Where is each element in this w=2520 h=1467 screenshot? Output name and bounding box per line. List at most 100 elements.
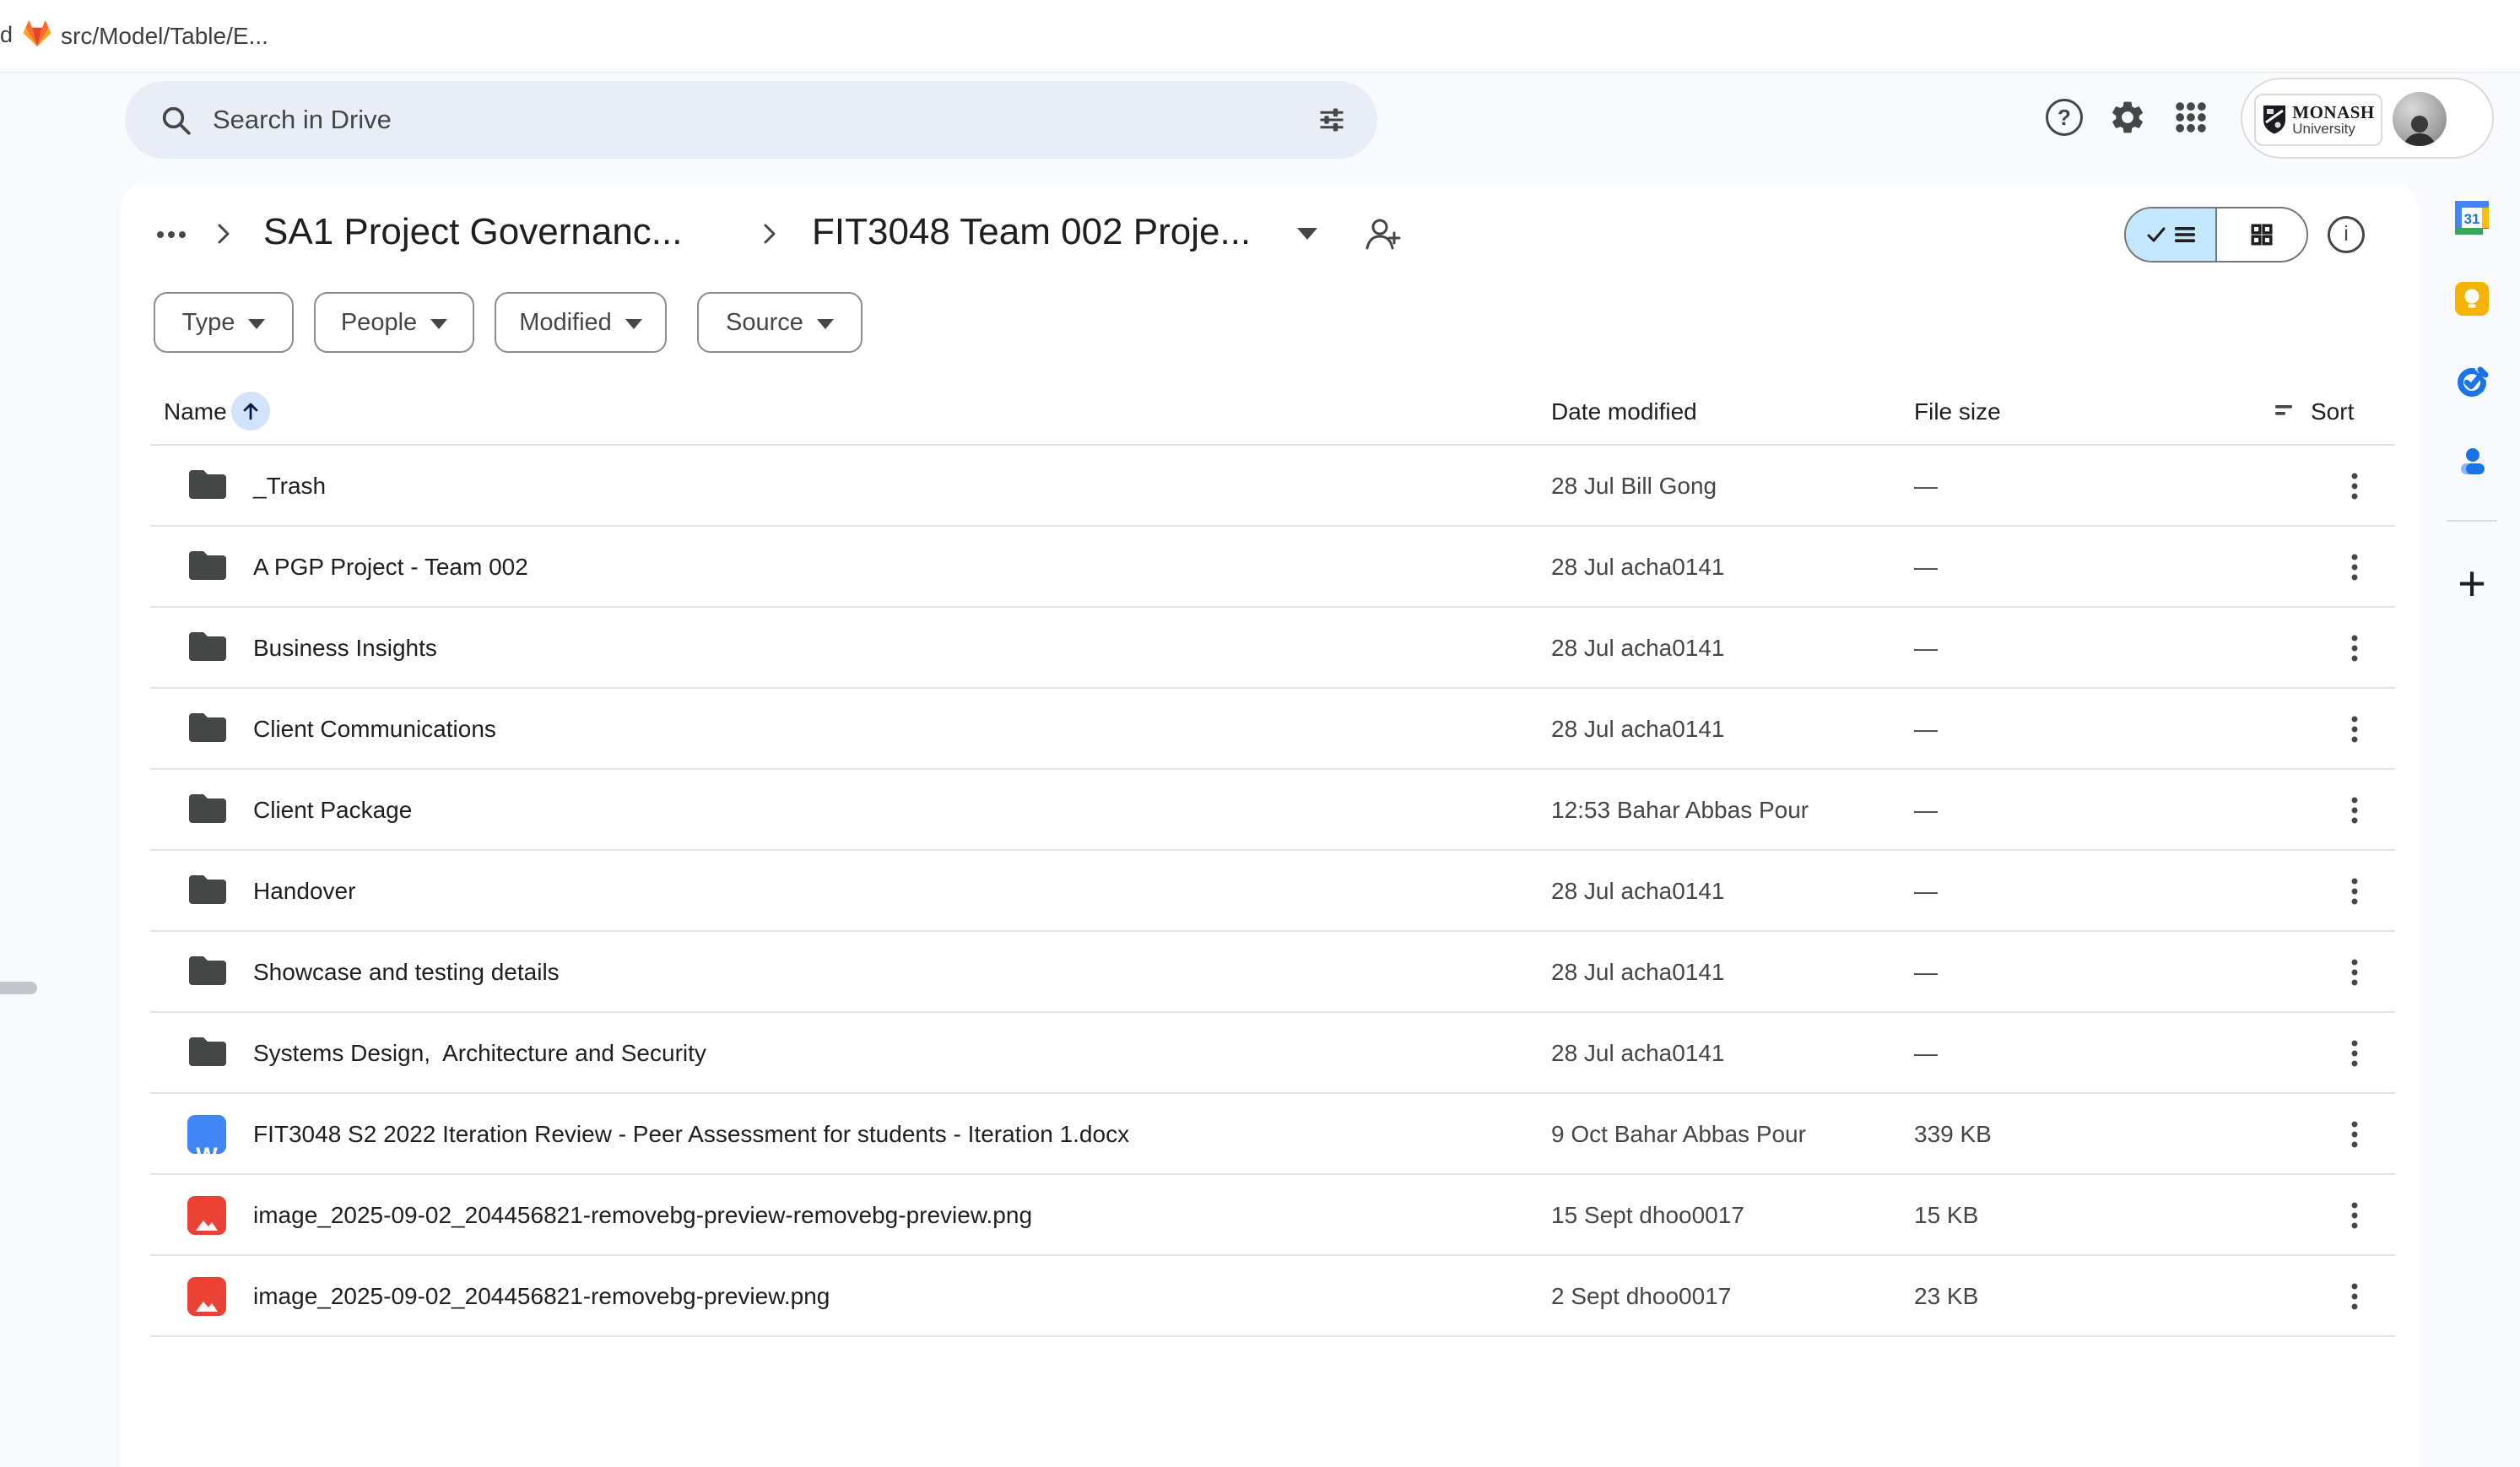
- row-menu-kebab-icon[interactable]: [2351, 554, 2358, 581]
- file-row[interactable]: Handover 28 Jul acha0141 —: [150, 851, 2395, 932]
- settings-gear-icon[interactable]: [2108, 98, 2147, 137]
- browser-tab-title[interactable]: src/Model/Table/E...: [61, 23, 268, 50]
- google-apps-grid-icon[interactable]: [2174, 100, 2208, 134]
- folder-icon: [187, 468, 228, 501]
- row-menu-kebab-icon[interactable]: [2351, 473, 2358, 500]
- drive-search-bar[interactable]: [125, 81, 1377, 159]
- file-date-modified: 15 Sept dhoo0017: [1551, 1175, 1744, 1256]
- file-date-modified: 28 Jul acha0141: [1551, 689, 1725, 770]
- chip-label: Modified: [519, 309, 612, 337]
- account-switcher[interactable]: MONASH University: [2241, 78, 2494, 159]
- file-date-modified: 28 Jul acha0141: [1551, 608, 1725, 689]
- row-menu-kebab-icon[interactable]: [2351, 1040, 2358, 1067]
- row-menu-kebab-icon[interactable]: [2351, 878, 2358, 905]
- file-size: —: [1914, 851, 1938, 932]
- filter-chip-people[interactable]: People: [314, 292, 474, 353]
- breadcrumb-parent-folder[interactable]: SA1 Project Governanc...: [263, 211, 682, 253]
- side-panel-divider: [2447, 520, 2497, 522]
- file-size: —: [1914, 770, 1938, 851]
- file-name: _Trash: [253, 446, 326, 527]
- file-name: image_2025-09-02_204456821-removebg-prev…: [253, 1256, 830, 1337]
- row-menu-kebab-icon[interactable]: [2351, 797, 2358, 824]
- calendar-day-number: 31: [2464, 211, 2480, 227]
- row-menu-kebab-icon[interactable]: [2351, 1283, 2358, 1310]
- chip-label: Source: [726, 309, 803, 337]
- advanced-search-tune-icon[interactable]: [1317, 105, 1347, 135]
- row-menu-kebab-icon[interactable]: [2351, 1202, 2358, 1229]
- file-date-modified: 28 Jul acha0141: [1551, 851, 1725, 932]
- file-row[interactable]: Showcase and testing details 28 Jul acha…: [150, 932, 2395, 1013]
- file-date-modified: 12:53 Bahar Abbas Pour: [1551, 770, 1809, 851]
- user-avatar[interactable]: [2393, 92, 2447, 146]
- person-photo-silhouette: [2399, 112, 2440, 146]
- panel-drag-handle[interactable]: [0, 982, 37, 994]
- file-row[interactable]: W FIT3048 S2 2022 Iteration Review - Pee…: [150, 1094, 2395, 1175]
- sort-button[interactable]: Sort: [2311, 377, 2354, 446]
- file-size: —: [1914, 527, 1938, 608]
- file-name: Business Insights: [253, 608, 437, 689]
- clipped-tab-text: d: [0, 22, 13, 48]
- browser-tab-bar: d src/Model/Table/E...: [0, 0, 2520, 73]
- grid-squares-icon: [2250, 223, 2274, 246]
- folder-icon: [187, 630, 228, 663]
- file-row[interactable]: Systems Design, Architecture and Securit…: [150, 1013, 2395, 1094]
- row-menu-kebab-icon[interactable]: [2351, 1121, 2358, 1148]
- org-type: University: [2292, 122, 2375, 136]
- file-row[interactable]: A PGP Project - Team 002 28 Jul acha0141…: [150, 527, 2395, 608]
- row-menu-kebab-icon[interactable]: [2351, 959, 2358, 986]
- manage-people-icon[interactable]: [1362, 214, 1403, 253]
- file-date-modified: 28 Jul acha0141: [1551, 932, 1725, 1013]
- file-size-column-header[interactable]: File size: [1914, 377, 2001, 446]
- file-row[interactable]: Client Communications 28 Jul acha0141 —: [150, 689, 2395, 770]
- file-size: 23 KB: [1914, 1256, 1978, 1337]
- row-menu-kebab-icon[interactable]: [2351, 635, 2358, 662]
- get-add-ons-button[interactable]: +: [2447, 557, 2497, 611]
- chevron-down-icon: [430, 319, 447, 329]
- folder-icon: [187, 792, 228, 826]
- file-row[interactable]: Client Package 12:53 Bahar Abbas Pour —: [150, 770, 2395, 851]
- file-row[interactable]: image_2025-09-02_204456821-removebg-prev…: [150, 1175, 2395, 1256]
- name-column-header[interactable]: Name: [164, 377, 227, 446]
- sort-ascending-badge[interactable]: [231, 392, 270, 430]
- monash-shield-icon: [2262, 105, 2287, 135]
- details-info-icon[interactable]: i: [2328, 216, 2365, 253]
- file-name: FIT3048 S2 2022 Iteration Review - Peer …: [253, 1094, 1129, 1175]
- file-list: Name Date modified File size Sort _Trash…: [150, 377, 2395, 1337]
- file-row[interactable]: _Trash 28 Jul Bill Gong —: [150, 446, 2395, 527]
- list-view-button[interactable]: [2126, 208, 2217, 261]
- file-name: image_2025-09-02_204456821-removebg-prev…: [253, 1175, 1032, 1256]
- org-name: MONASH: [2292, 104, 2375, 122]
- image-file-icon: [187, 1277, 226, 1316]
- breadcrumb-current-folder[interactable]: FIT3048 Team 002 Proje...: [812, 211, 1251, 253]
- filter-chip-type[interactable]: Type: [154, 292, 294, 353]
- file-date-modified: 28 Jul acha0141: [1551, 1013, 1725, 1094]
- search-icon[interactable]: [159, 103, 192, 137]
- search-input[interactable]: [213, 81, 1335, 159]
- chevron-down-icon: [625, 319, 642, 329]
- google-keep-icon[interactable]: [2455, 282, 2489, 316]
- sort-lines-icon: [2274, 403, 2297, 421]
- file-row[interactable]: Business Insights 28 Jul acha0141 —: [150, 608, 2395, 689]
- grid-view-button[interactable]: [2217, 208, 2306, 261]
- file-size: —: [1914, 932, 1938, 1013]
- chevron-right-icon: [756, 219, 783, 248]
- help-icon[interactable]: ?: [2046, 99, 2083, 136]
- file-name: Systems Design, Architecture and Securit…: [253, 1013, 706, 1094]
- filter-chip-modified[interactable]: Modified: [495, 292, 667, 353]
- filter-chip-source[interactable]: Source: [697, 292, 863, 353]
- file-size: 339 KB: [1914, 1094, 1992, 1175]
- google-calendar-icon[interactable]: 31: [2455, 201, 2489, 235]
- file-name: Client Communications: [253, 689, 496, 770]
- folder-icon: [187, 711, 228, 744]
- row-menu-kebab-icon[interactable]: [2351, 716, 2358, 743]
- file-date-modified: 28 Jul Bill Gong: [1551, 446, 1717, 527]
- breadcrumb-more-icon[interactable]: [154, 221, 188, 248]
- file-size: —: [1914, 446, 1938, 527]
- file-row[interactable]: image_2025-09-02_204456821-removebg-prev…: [150, 1256, 2395, 1337]
- view-mode-toggle[interactable]: [2124, 207, 2308, 263]
- file-list-header: Name Date modified File size Sort: [150, 377, 2395, 446]
- google-tasks-icon[interactable]: [2455, 364, 2489, 398]
- google-contacts-icon[interactable]: [2455, 444, 2489, 478]
- date-modified-column-header[interactable]: Date modified: [1551, 377, 1697, 446]
- folder-menu-caret-icon[interactable]: [1297, 228, 1317, 240]
